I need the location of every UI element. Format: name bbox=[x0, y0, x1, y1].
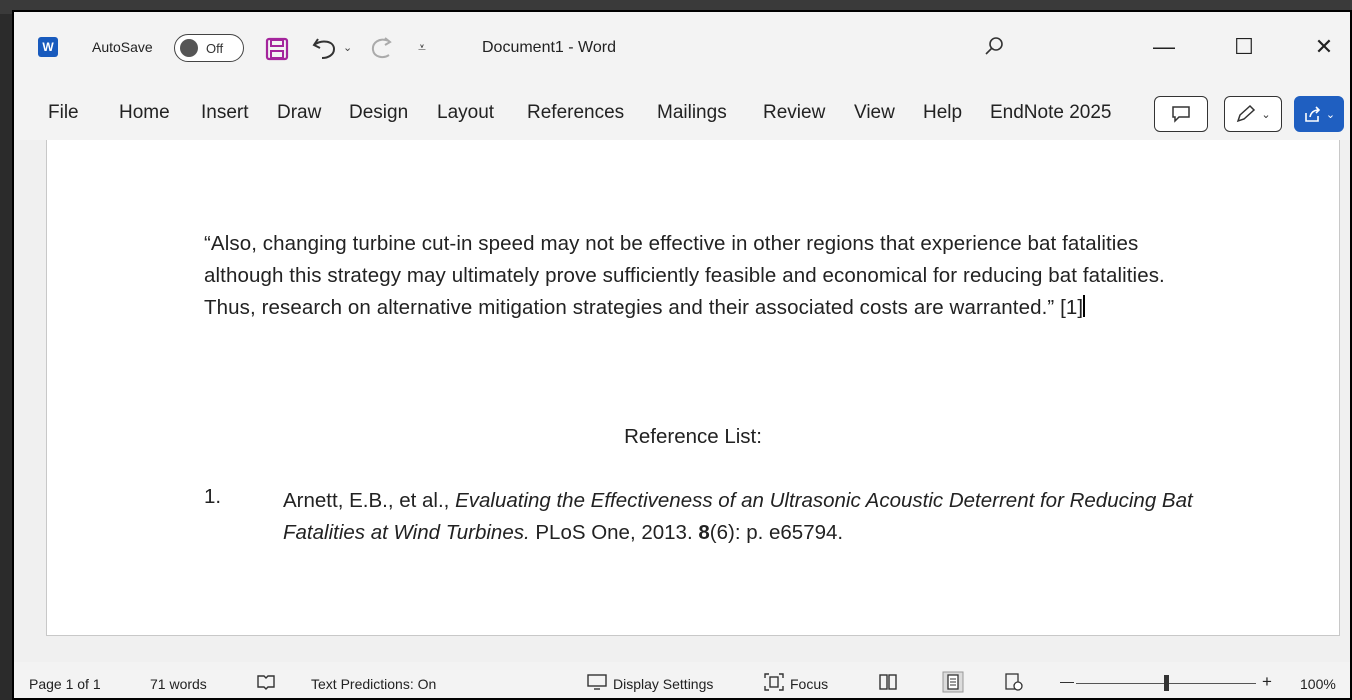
tab-home[interactable]: Home bbox=[119, 102, 170, 124]
tab-review[interactable]: Review bbox=[763, 102, 825, 124]
reference-volume: 8 bbox=[698, 521, 710, 544]
document-area: “Also, changing turbine cut-in speed may… bbox=[14, 140, 1350, 662]
editing-mode-button[interactable]: ⌄ bbox=[1224, 96, 1282, 132]
quote-paragraph[interactable]: “Also, changing turbine cut-in speed may… bbox=[204, 228, 1214, 324]
display-settings-button[interactable]: Display Settings bbox=[613, 676, 713, 692]
comment-icon bbox=[1172, 106, 1190, 123]
reference-journal: PLoS One, 2013. bbox=[529, 521, 699, 544]
background-window-edge bbox=[0, 14, 12, 700]
text-predictions-status[interactable]: Text Predictions: On bbox=[311, 676, 436, 692]
undo-icon[interactable] bbox=[310, 35, 340, 61]
zoom-out-button[interactable]: — bbox=[1060, 673, 1074, 689]
tab-draw[interactable]: Draw bbox=[277, 102, 321, 124]
status-bar: Page 1 of 1 71 words Text Predictions: O… bbox=[14, 662, 1350, 698]
share-icon bbox=[1305, 106, 1321, 122]
focus-button[interactable]: Focus bbox=[790, 676, 828, 692]
autosave-state: Off bbox=[206, 40, 224, 56]
toggle-knob bbox=[180, 39, 198, 57]
word-count[interactable]: 71 words bbox=[150, 676, 207, 692]
chevron-down-icon: ⌄ bbox=[1261, 108, 1271, 121]
tab-mailings[interactable]: Mailings bbox=[657, 102, 727, 124]
text-cursor bbox=[1083, 295, 1085, 317]
read-mode-icon[interactable] bbox=[878, 673, 898, 691]
customize-quick-access-icon[interactable]: ⩡ bbox=[418, 39, 426, 56]
tab-layout[interactable]: Layout bbox=[437, 102, 494, 124]
redo-icon[interactable] bbox=[369, 35, 397, 61]
title-bar: W AutoSave Off ⌄ ⩡ Document1 - Word — ☐ … bbox=[14, 12, 1350, 80]
close-button[interactable]: ✕ bbox=[1304, 30, 1344, 64]
page-count[interactable]: Page 1 of 1 bbox=[29, 676, 101, 692]
maximize-button[interactable]: ☐ bbox=[1224, 30, 1264, 64]
tab-insert[interactable]: Insert bbox=[201, 102, 249, 124]
tab-file[interactable]: File bbox=[48, 102, 79, 124]
zoom-in-button[interactable]: + bbox=[1262, 672, 1272, 692]
reference-number: 1. bbox=[204, 485, 222, 508]
tab-help[interactable]: Help bbox=[923, 102, 962, 124]
word-logo-icon: W bbox=[38, 37, 58, 57]
chevron-down-icon: ⌄ bbox=[1325, 108, 1336, 121]
document-page[interactable]: “Also, changing turbine cut-in speed may… bbox=[46, 140, 1340, 636]
comments-button[interactable] bbox=[1154, 96, 1208, 132]
reference-list-heading[interactable]: Reference List: bbox=[47, 425, 1339, 449]
web-layout-icon[interactable] bbox=[1004, 672, 1024, 692]
document-title: Document1 - Word bbox=[482, 39, 616, 56]
display-settings-icon bbox=[587, 674, 607, 690]
undo-dropdown-chevron-icon[interactable]: ⌄ bbox=[343, 41, 352, 54]
tab-view[interactable]: View bbox=[854, 102, 895, 124]
reference-issue-pages: (6): p. e65794. bbox=[709, 521, 844, 544]
reference-entry[interactable]: Arnett, E.B., et al., Evaluating the Eff… bbox=[283, 485, 1213, 549]
autosave-label: AutoSave bbox=[92, 39, 153, 55]
tab-design[interactable]: Design bbox=[349, 102, 408, 124]
focus-icon bbox=[764, 673, 784, 691]
search-icon[interactable] bbox=[982, 35, 1006, 59]
minimize-button[interactable]: — bbox=[1144, 30, 1184, 64]
reference-authors: Arnett, E.B., et al., bbox=[283, 489, 456, 512]
tab-references[interactable]: References bbox=[527, 102, 624, 124]
quote-text: “Also, changing turbine cut-in speed may… bbox=[204, 232, 1165, 319]
print-layout-icon[interactable] bbox=[942, 671, 964, 693]
word-window: W AutoSave Off ⌄ ⩡ Document1 - Word — ☐ … bbox=[12, 10, 1352, 700]
tab-endnote[interactable]: EndNote 2025 bbox=[990, 102, 1112, 124]
ribbon-tabs: File Home Insert Draw Design Layout Refe… bbox=[14, 92, 1350, 138]
share-button[interactable]: ⌄ bbox=[1294, 96, 1344, 132]
save-icon[interactable] bbox=[265, 37, 289, 61]
pen-icon bbox=[1237, 104, 1256, 123]
zoom-level[interactable]: 100% bbox=[1300, 676, 1336, 692]
autosave-toggle[interactable]: Off bbox=[174, 34, 244, 62]
zoom-slider-thumb[interactable] bbox=[1164, 675, 1169, 691]
proofing-book-icon[interactable] bbox=[256, 673, 276, 691]
